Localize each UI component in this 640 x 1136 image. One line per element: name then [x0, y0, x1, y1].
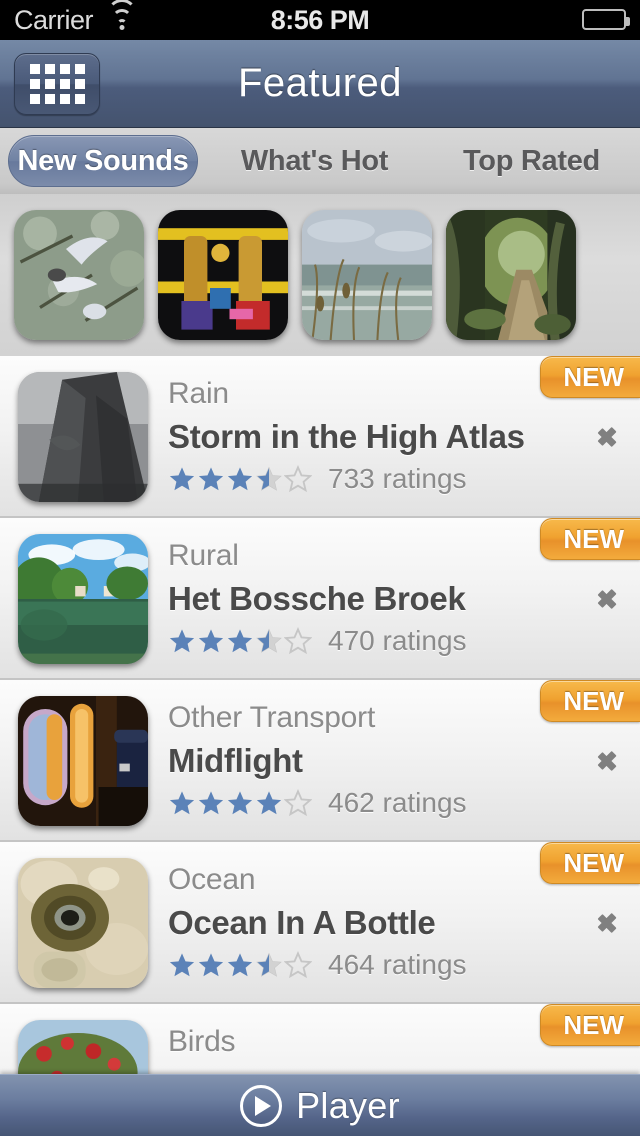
misty-cliff-thumbnail: [18, 372, 148, 502]
star-rating: [168, 951, 312, 979]
row-ratings-count: 464 ratings: [328, 949, 467, 980]
player-bar-button[interactable]: Player: [0, 1074, 640, 1136]
table-row[interactable]: Rain Storm in the High Atlas 733 ratings…: [0, 356, 640, 518]
chevron-right-icon: [600, 744, 618, 776]
chevron-right-icon: [600, 906, 618, 938]
star-half-icon: [255, 465, 283, 493]
tab-top-rated[interactable]: Top Rated: [423, 135, 640, 187]
table-row[interactable]: Ocean Ocean In A Bottle 464 ratings NEW: [0, 842, 640, 1004]
carousel-item-boxing[interactable]: [158, 210, 288, 340]
star-icon: [168, 951, 196, 979]
row-thumbnail: [18, 1020, 148, 1074]
play-circle-icon: [240, 1084, 283, 1127]
star-empty-icon: [284, 789, 312, 817]
status-badge: NEW: [540, 1004, 640, 1046]
navigation-bar: Featured: [0, 40, 640, 128]
carousel-item-birds[interactable]: [14, 210, 144, 340]
row-thumbnail: [18, 696, 148, 826]
row-ratings-count: 462 ratings: [328, 787, 467, 818]
row-category: Rain: [168, 377, 229, 410]
birds-on-branch-thumbnail: [14, 210, 144, 340]
app-screen: Carrier 8:56 PM Featured New Sounds What…: [0, 0, 640, 1136]
status-badge: NEW: [540, 518, 640, 560]
status-badge: NEW: [540, 842, 640, 884]
glass-bottle-thumbnail: [18, 858, 148, 988]
tab-whats-hot[interactable]: What's Hot: [206, 135, 423, 187]
star-icon: [197, 465, 225, 493]
star-empty-icon: [284, 951, 312, 979]
row-ratings-count: 470 ratings: [328, 625, 467, 656]
star-icon: [168, 465, 196, 493]
row-meta: 462 ratings: [168, 784, 560, 822]
muay-thai-boxing-thumbnail: [158, 210, 288, 340]
star-icon: [226, 465, 254, 493]
star-icon: [255, 789, 283, 817]
row-title: Ocean In A Bottle: [168, 904, 436, 941]
row-meta: 733 ratings: [168, 460, 560, 498]
table-row[interactable]: Other Transport Midflight 462 ratings NE…: [0, 680, 640, 842]
featured-carousel[interactable]: [0, 194, 640, 356]
status-bar: Carrier 8:56 PM: [0, 0, 640, 40]
star-empty-icon: [284, 465, 312, 493]
star-icon: [197, 627, 225, 655]
airplane-window-thumbnail: [18, 696, 148, 826]
row-thumbnail: [18, 372, 148, 502]
star-icon: [226, 789, 254, 817]
row-category: Ocean: [168, 863, 256, 896]
status-badge: NEW: [540, 680, 640, 722]
page-title: Featured: [237, 61, 403, 105]
beach-grass-ocean-thumbnail: [302, 210, 432, 340]
star-rating: [168, 627, 312, 655]
row-text: Other Transport Midflight 462 ratings: [168, 698, 560, 822]
table-row[interactable]: Birds NEW: [0, 1004, 640, 1074]
row-meta: 470 ratings: [168, 622, 560, 660]
row-category: Rural: [168, 539, 239, 572]
row-meta: 464 ratings: [168, 946, 560, 984]
tab-new-sounds[interactable]: New Sounds: [8, 135, 198, 187]
carousel-item-woodland[interactable]: [446, 210, 576, 340]
player-label: Player: [296, 1084, 400, 1126]
battery-full-icon: [582, 9, 630, 30]
row-title: Midflight: [168, 742, 303, 779]
star-rating: [168, 789, 312, 817]
table-row[interactable]: Rural Het Bossche Broek 470 ratings NEW: [0, 518, 640, 680]
star-empty-icon: [284, 627, 312, 655]
star-icon: [168, 789, 196, 817]
star-icon: [197, 789, 225, 817]
row-text: Rural Het Bossche Broek 470 ratings: [168, 536, 560, 660]
status-badge: NEW: [540, 356, 640, 398]
river-willow-trees-thumbnail: [18, 534, 148, 664]
star-icon: [226, 951, 254, 979]
chevron-right-icon: [600, 582, 618, 614]
status-time: 8:56 PM: [270, 4, 370, 35]
star-icon: [197, 951, 225, 979]
chevron-right-icon: [600, 420, 618, 452]
star-icon: [226, 627, 254, 655]
berry-tree-thumbnail: [18, 1020, 148, 1074]
star-rating: [168, 465, 312, 493]
row-category: Other Transport: [168, 701, 376, 734]
row-text: Rain Storm in the High Atlas 733 ratings: [168, 374, 560, 498]
segmented-tab-bar: New Sounds What's Hot Top Rated: [0, 128, 640, 194]
row-thumbnail: [18, 858, 148, 988]
star-half-icon: [255, 627, 283, 655]
row-ratings-count: 733 ratings: [328, 463, 467, 494]
row-text: Birds: [168, 1022, 560, 1062]
row-title: Het Bossche Broek: [168, 580, 466, 617]
row-text: Ocean Ocean In A Bottle 464 ratings: [168, 860, 560, 984]
row-category: Birds: [168, 1025, 236, 1058]
carousel-item-beach[interactable]: [302, 210, 432, 340]
woodland-path-thumbnail: [446, 210, 576, 340]
star-icon: [168, 627, 196, 655]
star-half-icon: [255, 951, 283, 979]
sound-list[interactable]: Rain Storm in the High Atlas 733 ratings…: [0, 356, 640, 1074]
row-title: Storm in the High Atlas: [168, 418, 525, 455]
row-thumbnail: [18, 534, 148, 664]
